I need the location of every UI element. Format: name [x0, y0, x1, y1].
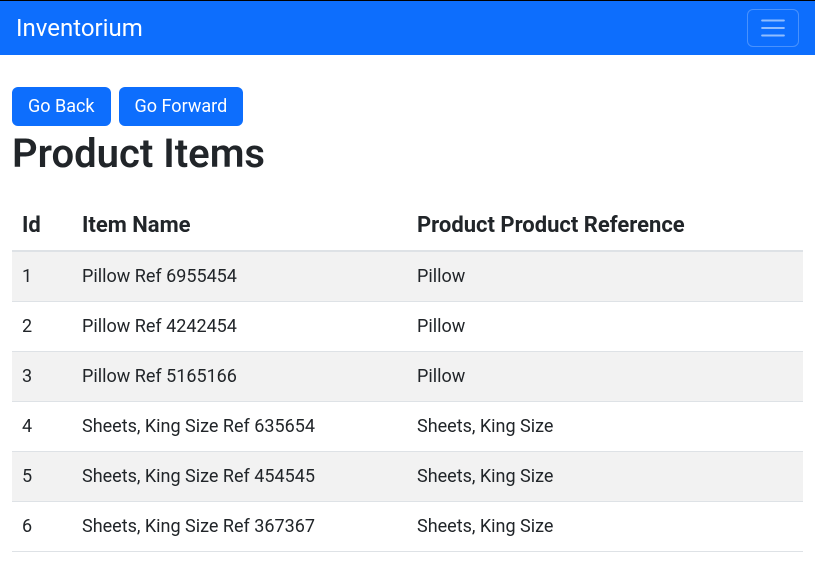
cell-product-ref: Sheets, King Size [407, 402, 803, 452]
table-row: 5 Sheets, King Size Ref 454545 Sheets, K… [12, 452, 803, 502]
cell-item-name: Pillow Ref 4242454 [72, 302, 407, 352]
table-row: 6 Sheets, King Size Ref 367367 Sheets, K… [12, 502, 803, 552]
cell-product-ref: Pillow [407, 302, 803, 352]
cell-product-ref: Pillow [407, 352, 803, 402]
nav-button-row: Go Back Go Forward [12, 87, 803, 126]
cell-id: 2 [12, 302, 72, 352]
table-row: 3 Pillow Ref 5165166 Pillow [12, 352, 803, 402]
cell-product-ref: Sheets, King Size [407, 452, 803, 502]
go-forward-button[interactable]: Go Forward [119, 87, 244, 126]
cell-id: 3 [12, 352, 72, 402]
cell-product-ref: Sheets, King Size [407, 502, 803, 552]
table-header-product-ref: Product Product Reference [407, 201, 803, 251]
main-container: Go Back Go Forward Product Items Id Item… [0, 87, 815, 552]
table-row: 2 Pillow Ref 4242454 Pillow [12, 302, 803, 352]
hamburger-icon [760, 18, 786, 38]
table-header-item-name: Item Name [72, 201, 407, 251]
cell-item-name: Sheets, King Size Ref 367367 [72, 502, 407, 552]
go-back-button[interactable]: Go Back [12, 87, 111, 126]
table-row: 1 Pillow Ref 6955454 Pillow [12, 251, 803, 302]
cell-item-name: Sheets, King Size Ref 635654 [72, 402, 407, 452]
cell-item-name: Pillow Ref 5165166 [72, 352, 407, 402]
table-row: 4 Sheets, King Size Ref 635654 Sheets, K… [12, 402, 803, 452]
navbar: Inventorium [0, 0, 815, 55]
navbar-toggler-button[interactable] [747, 9, 799, 47]
page-title: Product Items [12, 130, 803, 177]
cell-item-name: Sheets, King Size Ref 454545 [72, 452, 407, 502]
cell-id: 1 [12, 251, 72, 302]
cell-id: 5 [12, 452, 72, 502]
cell-item-name: Pillow Ref 6955454 [72, 251, 407, 302]
cell-product-ref: Pillow [407, 251, 803, 302]
product-items-table: Id Item Name Product Product Reference 1… [12, 201, 803, 552]
table-header-id: Id [12, 201, 72, 251]
cell-id: 4 [12, 402, 72, 452]
navbar-brand[interactable]: Inventorium [16, 14, 143, 42]
cell-id: 6 [12, 502, 72, 552]
